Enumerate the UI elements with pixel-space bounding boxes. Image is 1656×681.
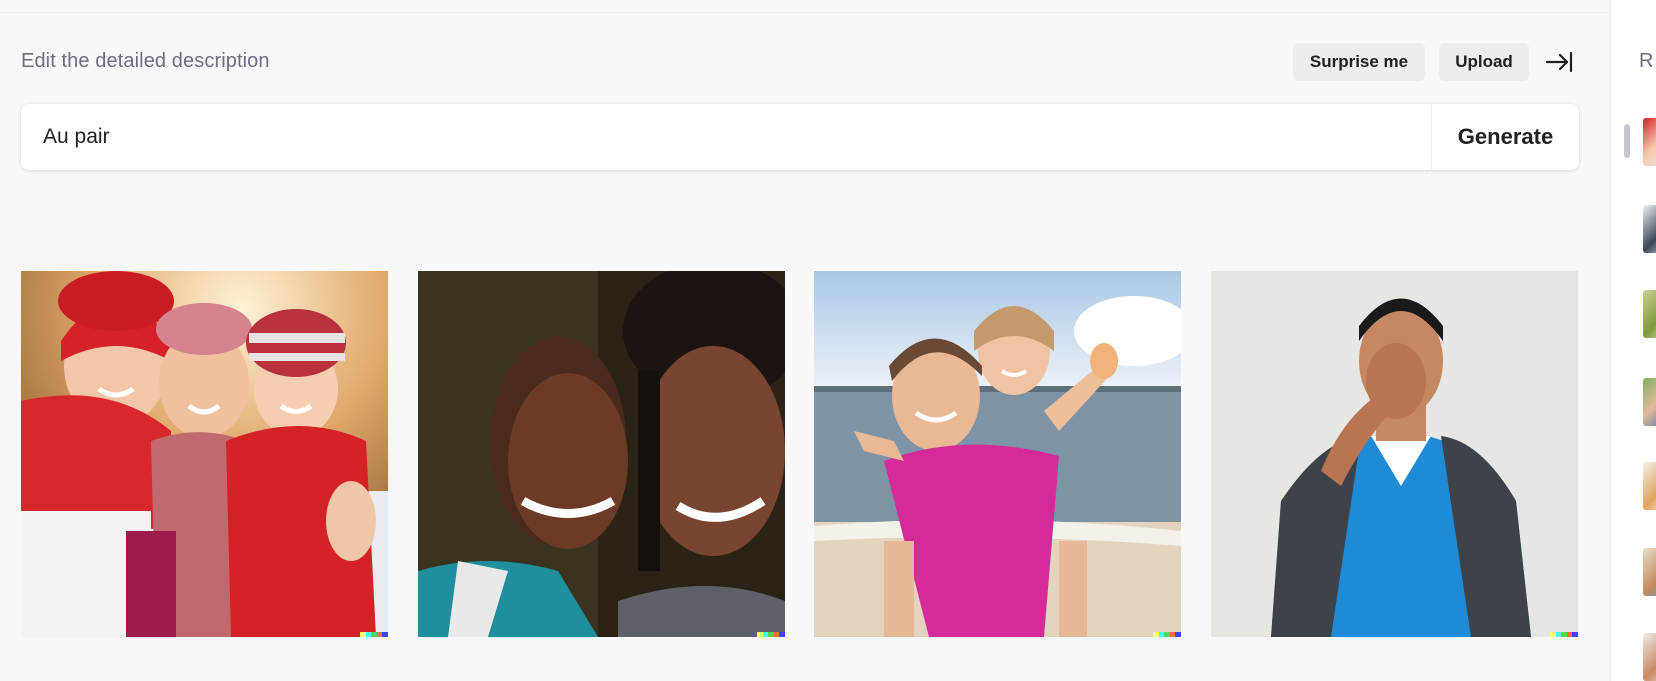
sidebar-scrollbar[interactable]: [1624, 124, 1630, 158]
history-sidebar: R: [1610, 0, 1656, 681]
prompt-bar: Generate: [21, 104, 1579, 170]
surprise-me-button[interactable]: Surprise me: [1293, 43, 1425, 81]
generated-image-2[interactable]: [418, 271, 785, 637]
history-thumbnail[interactable]: [1643, 118, 1656, 166]
collapse-sidebar-button[interactable]: [1542, 48, 1576, 76]
prompt-label: Edit the detailed description: [21, 50, 270, 72]
history-thumbnail[interactable]: [1643, 290, 1656, 338]
image-2-picture: [418, 271, 785, 637]
generate-button[interactable]: Generate: [1431, 104, 1579, 170]
generated-image-1[interactable]: [21, 271, 388, 637]
generated-image-3[interactable]: [814, 271, 1181, 637]
app-page: Edit the detailed description Surprise m…: [0, 0, 1656, 681]
history-thumbnail[interactable]: [1643, 548, 1656, 596]
prompt-input[interactable]: [21, 104, 1431, 170]
image-1-picture: [21, 271, 388, 637]
image-3-picture: [814, 271, 1181, 637]
image-4-picture: [1211, 271, 1578, 637]
arrow-right-to-bar-icon: [1545, 51, 1573, 73]
image-4-watermark: [1550, 632, 1578, 637]
history-thumbnail[interactable]: [1643, 462, 1656, 510]
generated-image-4[interactable]: [1211, 271, 1578, 637]
history-thumbnail[interactable]: [1643, 378, 1656, 426]
main-panel: Edit the detailed description Surprise m…: [0, 0, 1610, 681]
image-3-watermark: [1153, 632, 1181, 637]
image-2-watermark: [757, 632, 785, 637]
history-thumbnail[interactable]: [1643, 633, 1656, 681]
history-thumbnail[interactable]: [1643, 205, 1656, 253]
upload-button[interactable]: Upload: [1439, 43, 1529, 81]
image-1-watermark: [360, 632, 388, 637]
sidebar-title: R: [1639, 50, 1654, 72]
